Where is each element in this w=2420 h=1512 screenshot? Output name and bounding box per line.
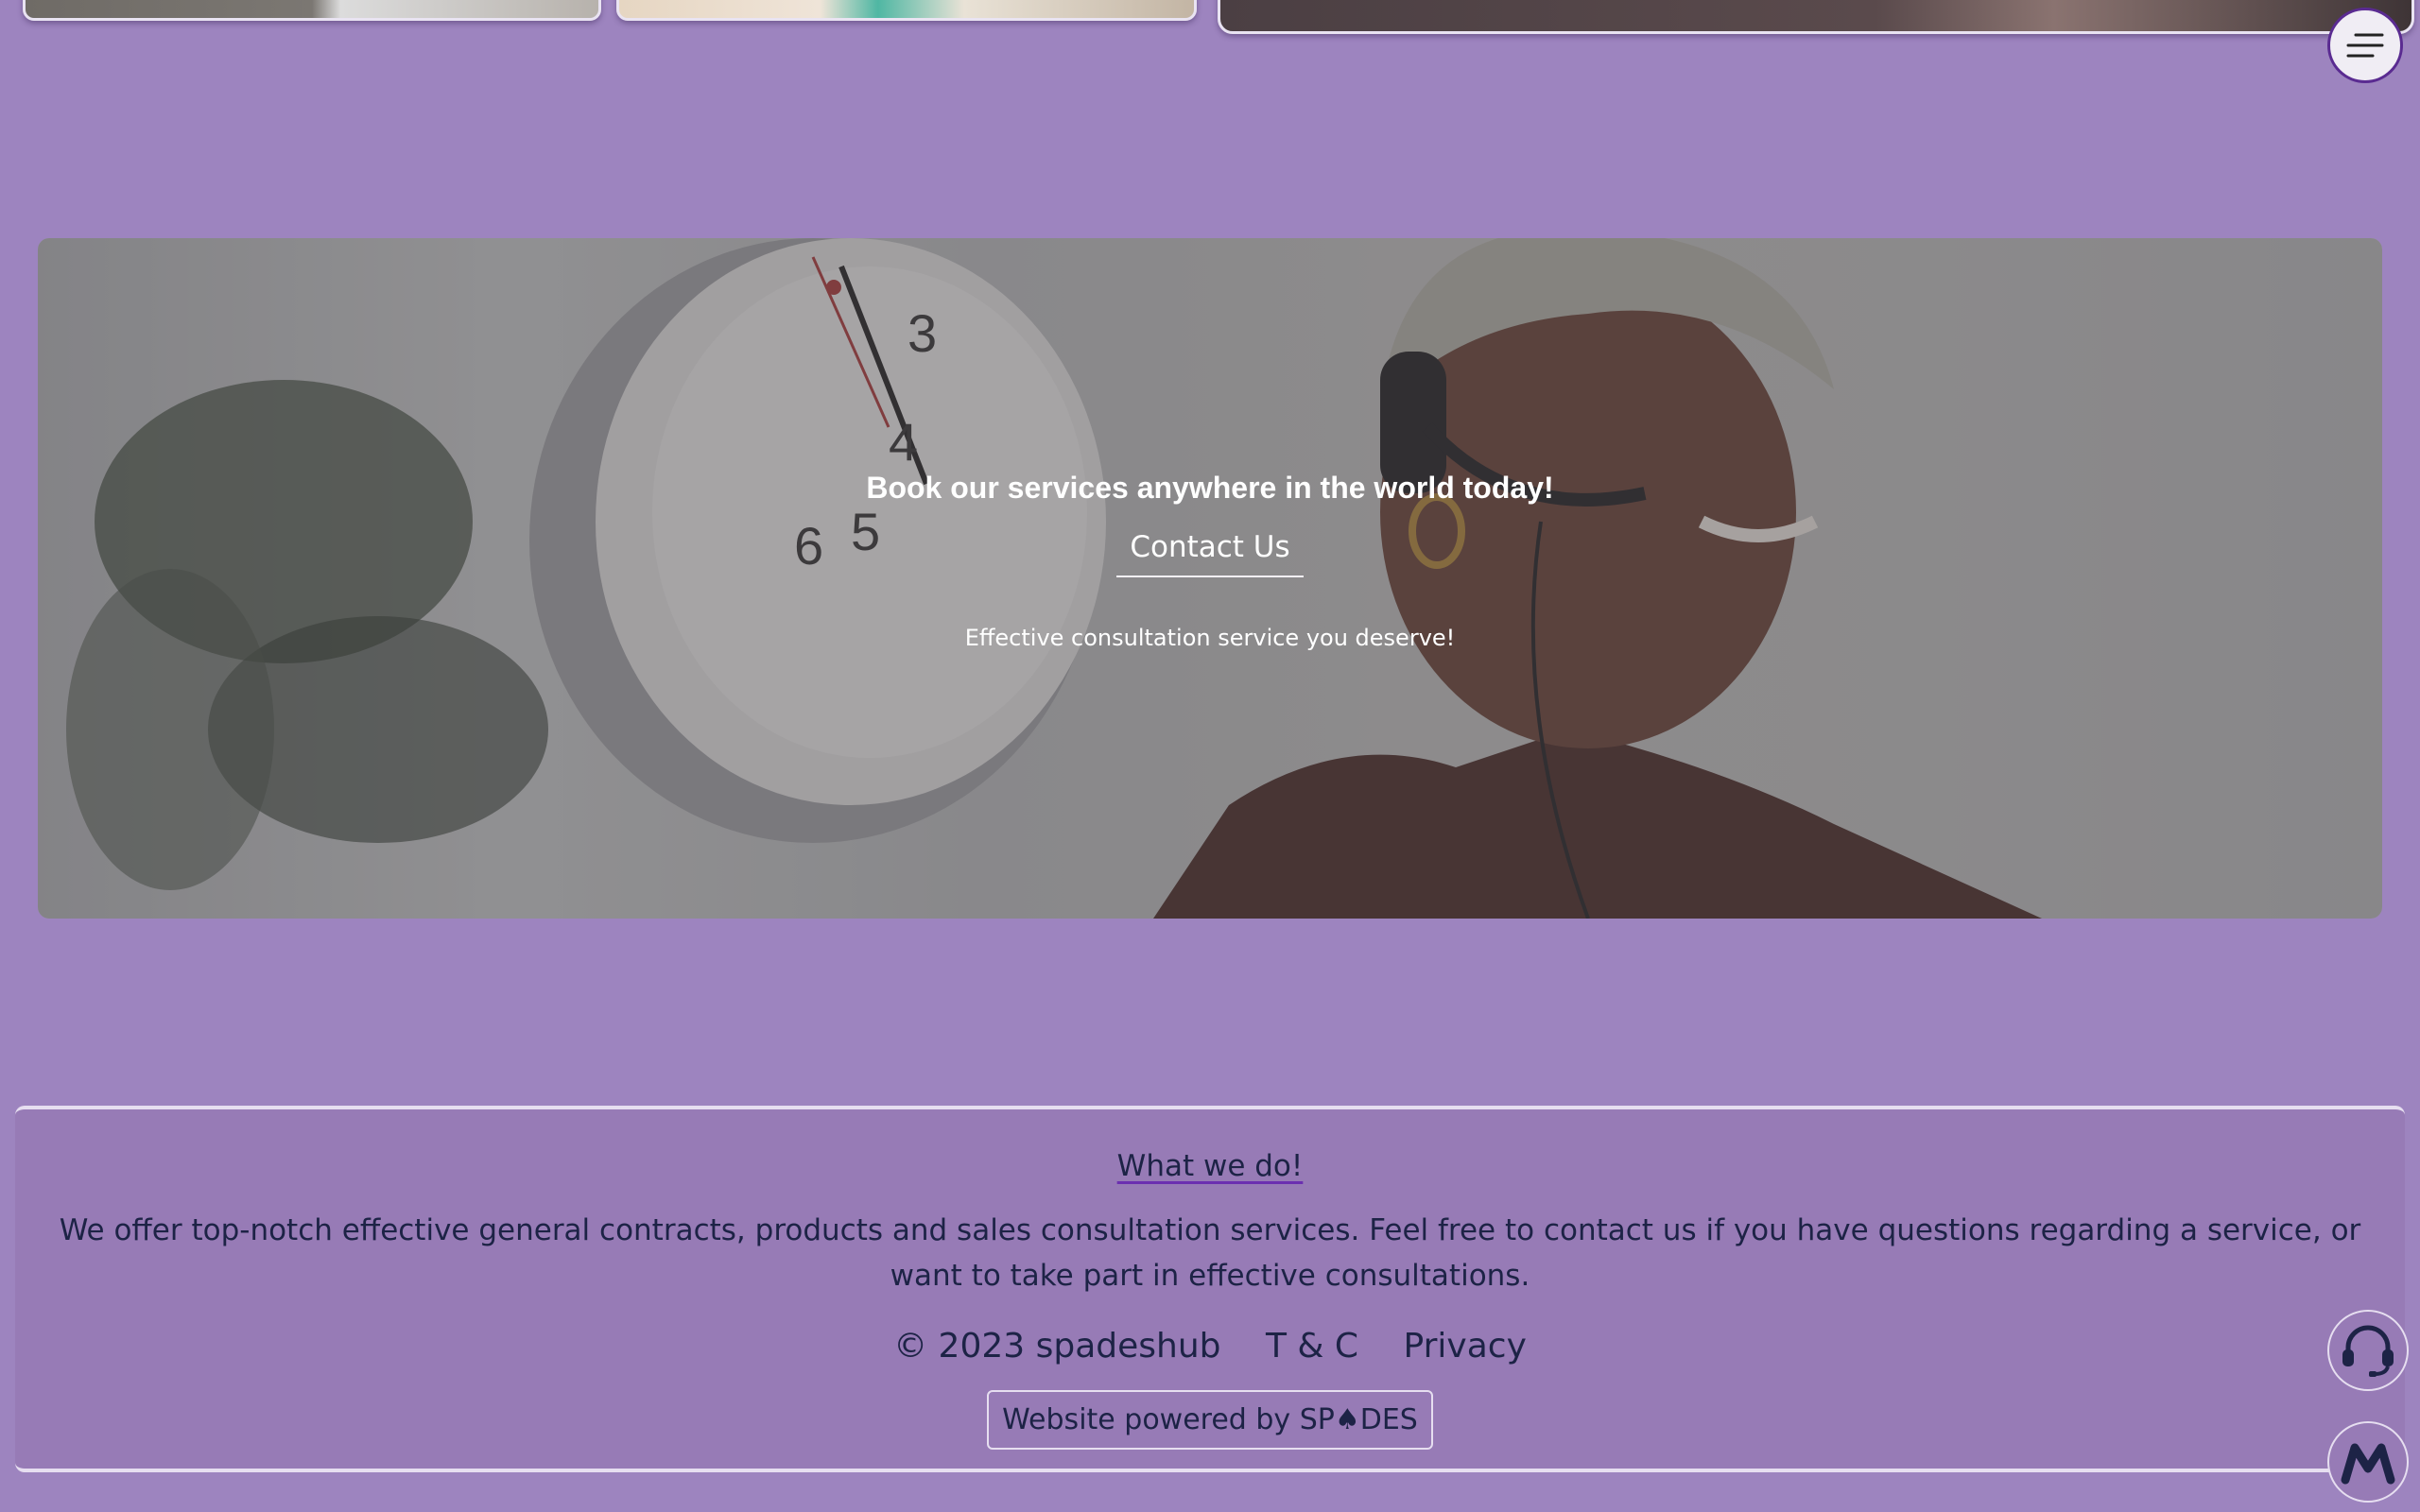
contact-us-button[interactable]: Contact Us xyxy=(1116,530,1304,577)
hero-banner: 3 4 5 6 Book our services anywhere in th… xyxy=(38,238,2382,919)
m-logo-icon xyxy=(2341,1443,2395,1485)
gallery-card-2[interactable] xyxy=(616,0,1197,21)
hero-subtitle: Effective consultation service you deser… xyxy=(964,625,1456,651)
menu-button[interactable] xyxy=(2327,8,2403,83)
copyright-text: © 2023 spadeshub xyxy=(893,1327,1221,1366)
footer-description: We offer top-notch effective general con… xyxy=(59,1213,2361,1293)
hamburger-menu-icon xyxy=(2346,33,2384,58)
terms-link[interactable]: T & C xyxy=(1266,1327,1358,1366)
hero-content: Book our services anywhere in the world … xyxy=(38,471,2382,651)
headset-support-icon xyxy=(2342,1325,2394,1377)
m-logo-button[interactable] xyxy=(2327,1421,2409,1503)
footer: What we do! We offer top-notch effective… xyxy=(15,1106,2405,1472)
gallery-card-1[interactable] xyxy=(23,0,601,21)
powered-by-badge[interactable]: Website powered by SP♠DES xyxy=(987,1390,1433,1450)
hero-title: Book our services anywhere in the world … xyxy=(866,471,1554,505)
what-we-do-link[interactable]: What we do! xyxy=(1117,1149,1304,1183)
gallery-card-3[interactable] xyxy=(1218,0,2414,34)
privacy-link[interactable]: Privacy xyxy=(1404,1327,1527,1366)
support-button[interactable] xyxy=(2327,1310,2409,1391)
footer-links: © 2023 spadeshub T & C Privacy xyxy=(15,1327,2405,1366)
